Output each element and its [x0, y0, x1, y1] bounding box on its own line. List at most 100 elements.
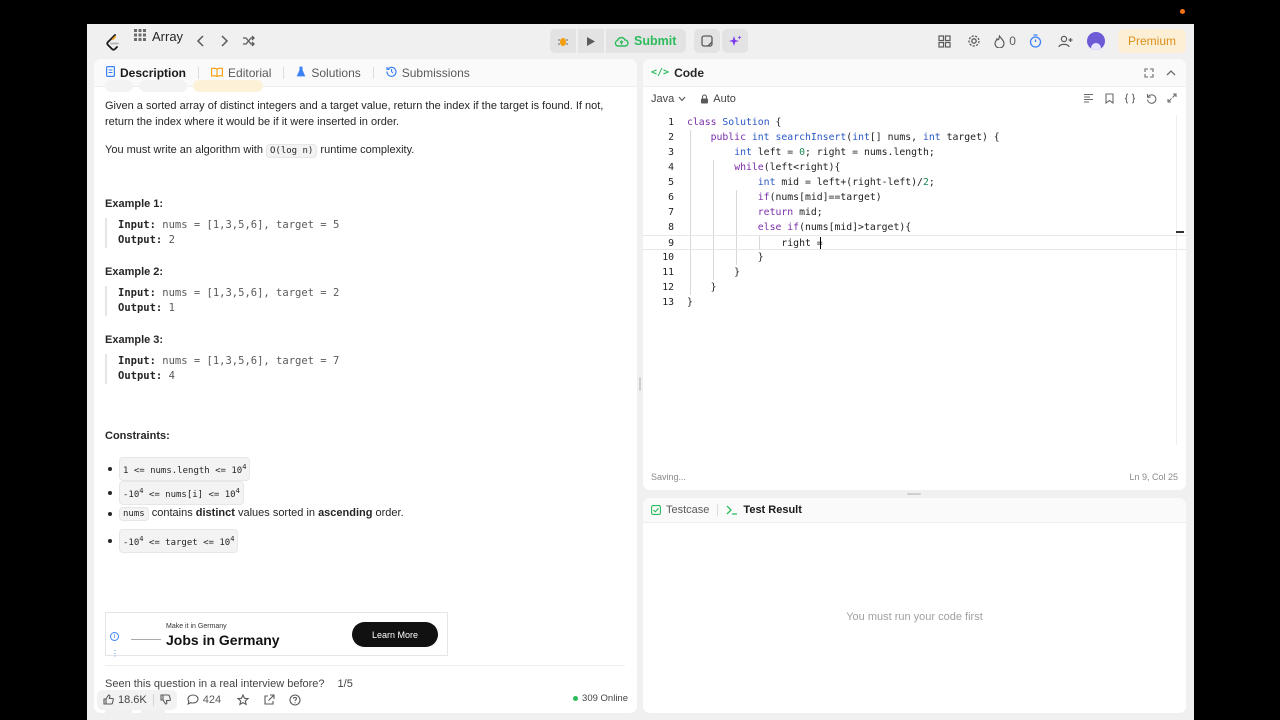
lock-icon [701, 93, 709, 103]
auto-mode-toggle[interactable]: Auto [700, 93, 736, 105]
description-content: Given a sorted array of distinct integer… [105, 80, 625, 713]
tab-editorial[interactable]: Editorial [209, 66, 273, 80]
constraint-item: -104 <= target <= 104 [108, 529, 239, 553]
difficulty-tag[interactable] [105, 80, 133, 92]
line-content: public int searchInsert(int[] nums, int … [710, 132, 1000, 143]
code-line: 2 public int searchInsert(int[] nums, in… [643, 130, 1186, 145]
example-2-title: Example 2: [105, 266, 164, 278]
constraint-code: nums [119, 507, 149, 521]
shuffle-icon[interactable] [237, 29, 261, 53]
vertical-resize-handle[interactable] [639, 377, 641, 391]
vote-group: 18.6K [97, 689, 177, 710]
notes-button[interactable] [694, 29, 721, 53]
dislike-button[interactable] [154, 690, 177, 710]
horizontal-resize-handle[interactable] [907, 493, 921, 495]
divider [105, 665, 625, 666]
account-toolbar: 0 Premium [932, 29, 1186, 53]
tab-description[interactable]: Description [104, 66, 188, 80]
comment-icon [187, 694, 199, 705]
line-content: return mid; [757, 207, 823, 218]
line-content: int mid = left+(right-left)/2; [757, 177, 935, 188]
play-icon [587, 36, 595, 46]
topics-tag[interactable] [139, 80, 187, 92]
test-panel-tabs: Testcase Test Result [643, 498, 1186, 523]
constraint-bold: distinct [195, 507, 235, 519]
tab-divider [372, 66, 374, 79]
online-count: 309 Online [573, 693, 628, 704]
tab-test-result[interactable]: Test Result [726, 504, 802, 516]
code-line: 1 class Solution { [643, 115, 1186, 130]
bookmark-icon[interactable] [1100, 89, 1118, 107]
info-icon[interactable]: i [110, 632, 119, 641]
layout-icon[interactable] [932, 29, 956, 53]
complexity-code: O(log n) [266, 144, 318, 158]
problem-list-button[interactable]: Array [134, 29, 183, 44]
exponent: 4 [235, 487, 240, 495]
reset-icon[interactable] [1142, 89, 1160, 107]
add-friend-icon[interactable] [1054, 29, 1078, 53]
language-select[interactable]: Java [651, 93, 686, 105]
leetcode-logo-icon[interactable] [101, 31, 125, 55]
submit-button[interactable]: Submit [606, 29, 687, 53]
book-icon [211, 66, 223, 80]
chevron-left-icon[interactable] [189, 29, 213, 53]
line-content: class Solution { [687, 117, 782, 128]
companies-tag[interactable] [193, 80, 263, 92]
timer-icon[interactable] [1024, 29, 1048, 53]
maximize-icon[interactable] [1140, 64, 1158, 82]
flask-icon [296, 66, 306, 80]
thumbs-up-icon [103, 694, 114, 705]
ad-learn-more-button[interactable]: Learn More [352, 622, 438, 647]
grid-icon [134, 29, 146, 44]
debug-button[interactable] [550, 29, 576, 53]
line-number: 2 [668, 132, 674, 143]
ai-assistant-button[interactable] [722, 29, 749, 53]
text-cursor [820, 237, 821, 249]
line-content: while(left<right){ [734, 162, 841, 173]
streak-counter[interactable]: 0 [992, 29, 1018, 53]
code-line: 6 if(nums[mid]==target) [643, 190, 1186, 205]
line-number: 8 [668, 222, 674, 233]
advertisement[interactable]: i ⋮ Make it in Germany Jobs in Germany L… [105, 612, 448, 658]
output-label: Output: [118, 234, 163, 246]
help-icon[interactable] [289, 693, 301, 706]
tab-submissions[interactable]: Submissions [384, 66, 472, 80]
tab-testcase-label: Testcase [666, 504, 710, 516]
tab-testcase[interactable]: Testcase [651, 504, 709, 516]
output-value: 4 [162, 370, 175, 382]
code-line: 10 } [643, 250, 1186, 265]
format-icon[interactable] [1079, 89, 1097, 107]
code-line: 8 else if(nums[mid]>target){ [643, 220, 1186, 235]
cloud-upload-icon [614, 36, 629, 47]
star-icon[interactable] [237, 693, 250, 706]
tab-test-result-label: Test Result [743, 504, 802, 516]
code-line: 5 int mid = left+(right-left)/2; [643, 175, 1186, 190]
like-button[interactable]: 18.6K [97, 690, 153, 710]
share-icon[interactable] [263, 693, 275, 706]
exponent: 4 [230, 535, 235, 543]
ad-logo [131, 626, 161, 640]
chevron-up-icon[interactable] [1162, 64, 1180, 82]
tab-solutions[interactable]: Solutions [294, 66, 362, 80]
line-number: 4 [668, 162, 674, 173]
code-editor[interactable]: 1 class Solution { 2 public int searchIns… [643, 115, 1186, 445]
chevron-right-icon[interactable] [212, 29, 236, 53]
braces-icon[interactable] [1121, 89, 1139, 107]
line-number: 11 [662, 267, 674, 278]
run-button[interactable] [578, 29, 604, 53]
sparkle-icon [728, 35, 742, 46]
close-icon[interactable]: ⋮ [111, 646, 119, 662]
gear-icon[interactable] [962, 29, 986, 53]
constraint-bold: ascending [318, 507, 373, 519]
line-number: 7 [668, 207, 674, 218]
constraint-sentence: nums contains distinct values sorted in … [119, 505, 404, 522]
editor-status-bar: Saving... Ln 9, Col 25 [651, 472, 1178, 486]
user-avatar-button[interactable] [1084, 29, 1108, 53]
complexity-text: You must write an algorithm with [105, 144, 266, 156]
editor-scrollbar[interactable] [1176, 115, 1177, 445]
tab-submissions-label: Submissions [401, 65, 470, 80]
bullet [108, 467, 112, 471]
comments-button[interactable]: 424 [187, 694, 221, 706]
premium-button[interactable]: Premium [1117, 29, 1186, 53]
expand-icon[interactable] [1163, 89, 1181, 107]
